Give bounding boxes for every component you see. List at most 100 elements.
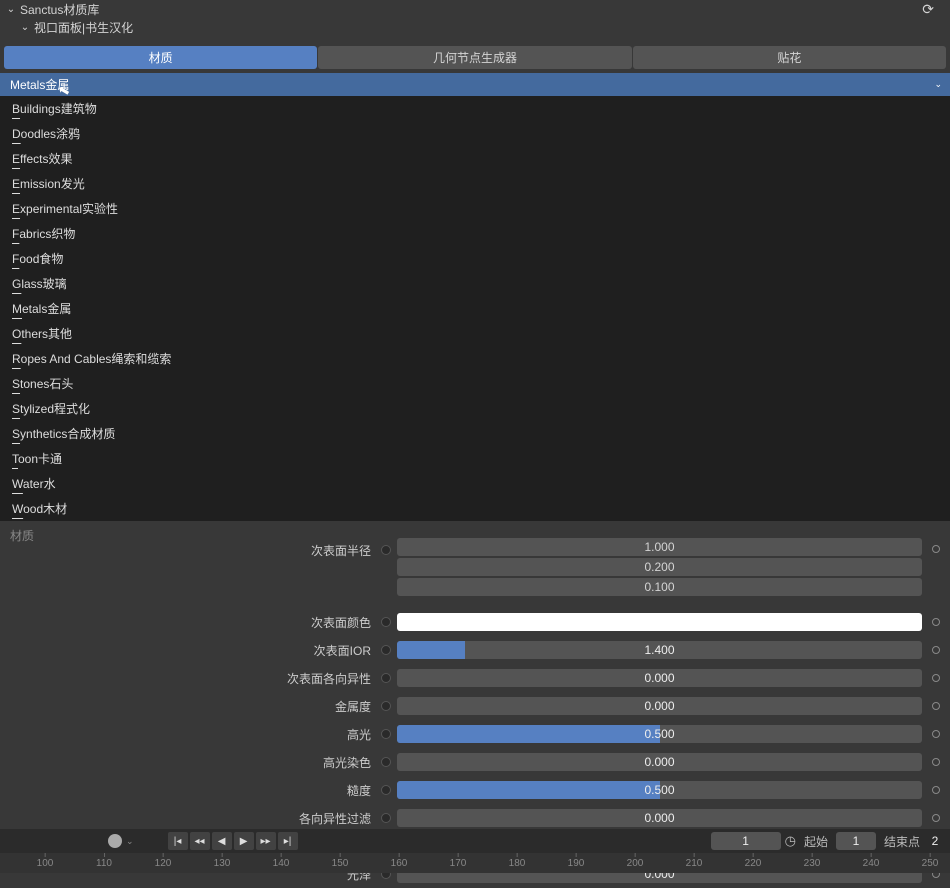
- value-slider[interactable]: 0.000: [397, 697, 922, 715]
- chevron-down-icon[interactable]: ⌄: [6, 4, 16, 15]
- menu-dot[interactable]: [932, 545, 940, 553]
- property-label: 高光染色: [0, 754, 375, 771]
- property-row: 次表面IOR 1.400: [0, 636, 950, 664]
- value-slider[interactable]: 0.000: [397, 753, 922, 771]
- socket-dot[interactable]: [381, 729, 391, 739]
- category-item[interactable]: Metals金属: [0, 296, 950, 321]
- socket-dot[interactable]: [381, 673, 391, 683]
- slider-value: 0.500: [397, 725, 922, 743]
- category-item[interactable]: Stones石头: [0, 371, 950, 396]
- category-item[interactable]: Others其他: [0, 321, 950, 346]
- category-item[interactable]: Fabrics织物: [0, 221, 950, 246]
- socket-dot[interactable]: [381, 785, 391, 795]
- jump-start-button[interactable]: |◂: [168, 832, 188, 850]
- menu-dot[interactable]: [932, 618, 940, 626]
- ruler-tick: 170: [450, 858, 467, 869]
- category-item[interactable]: Doodles涂鸦: [0, 121, 950, 146]
- dropdown-selected-label: Metals金属: [10, 76, 69, 93]
- socket-dot[interactable]: [381, 617, 391, 627]
- property-label: 金属度: [0, 698, 375, 715]
- value-slider[interactable]: 1.400: [397, 641, 922, 659]
- property-row: 金属度 0.000: [0, 692, 950, 720]
- chevron-down-icon: ⌄: [934, 79, 942, 90]
- socket-dot[interactable]: [381, 701, 391, 711]
- socket-dot[interactable]: [381, 757, 391, 767]
- category-item[interactable]: Food食物: [0, 246, 950, 271]
- menu-dot[interactable]: [932, 758, 940, 766]
- ruler-tick: 210: [686, 858, 703, 869]
- category-item[interactable]: Effects效果: [0, 146, 950, 171]
- menu-dot[interactable]: [932, 786, 940, 794]
- socket-dot[interactable]: [381, 645, 391, 655]
- value-slider[interactable]: 0.500: [397, 725, 922, 743]
- ruler-tick: 240: [863, 858, 880, 869]
- menu-dot[interactable]: [932, 730, 940, 738]
- ruler-tick: 220: [745, 858, 762, 869]
- record-icon[interactable]: [108, 834, 122, 848]
- category-item[interactable]: Emission发光: [0, 171, 950, 196]
- property-label: 次表面半径: [0, 542, 375, 559]
- current-frame-input[interactable]: 1: [711, 832, 781, 850]
- category-item[interactable]: Water水: [0, 471, 950, 496]
- value-slider[interactable]: 0.000: [397, 809, 922, 827]
- category-item[interactable]: Ropes And Cables绳索和缆索: [0, 346, 950, 371]
- refresh-icon[interactable]: ⟳: [922, 1, 934, 18]
- category-item[interactable]: Toon卡通: [0, 446, 950, 471]
- property-label: 次表面颜色: [0, 614, 375, 631]
- vector-component[interactable]: 0.100: [397, 578, 922, 596]
- socket-dot[interactable]: [381, 813, 391, 823]
- menu-dot[interactable]: [932, 814, 940, 822]
- property-row: 高光0.500: [0, 720, 950, 748]
- panel-title: Sanctus材质库: [20, 1, 99, 18]
- start-label: 起始: [804, 833, 828, 850]
- vector-component[interactable]: 1.000: [397, 538, 922, 556]
- sub-panel-title: 视口面板|书生汉化: [34, 19, 133, 36]
- clock-icon[interactable]: ◷: [785, 833, 796, 849]
- category-item[interactable]: Stylized程式化: [0, 396, 950, 421]
- property-row: 糙度 0.500: [0, 776, 950, 804]
- chevron-down-icon[interactable]: ⌄: [126, 836, 134, 847]
- category-item[interactable]: Wood木材: [0, 496, 950, 521]
- start-frame-input[interactable]: 1: [836, 832, 876, 850]
- category-item[interactable]: Buildings建筑物: [0, 96, 950, 121]
- keyframe-next-button[interactable]: ▸▸: [256, 832, 276, 850]
- ruler-tick: 100: [37, 858, 54, 869]
- value-slider[interactable]: 0.500: [397, 781, 922, 799]
- play-button[interactable]: ▶: [234, 832, 254, 850]
- category-dropdown[interactable]: Metals金属 ⌄: [0, 73, 950, 96]
- slider-value: 1.400: [397, 641, 922, 659]
- chevron-down-icon[interactable]: ⌄: [20, 22, 30, 33]
- menu-dot[interactable]: [932, 674, 940, 682]
- ruler-tick: 160: [391, 858, 408, 869]
- timeline-bar: ⌄ |◂ ◂◂ ◀ ▶ ▸▸ ▸| 1 ◷ 起始 1 结束点 2: [0, 829, 950, 853]
- category-item[interactable]: Glass玻璃: [0, 271, 950, 296]
- jump-end-button[interactable]: ▸|: [278, 832, 298, 850]
- vector-component[interactable]: 0.200: [397, 558, 922, 576]
- tab-1[interactable]: 几何节点生成器: [318, 46, 631, 69]
- value-slider[interactable]: 0.000: [397, 669, 922, 687]
- tab-0[interactable]: 材质: [4, 46, 317, 69]
- category-item[interactable]: Synthetics合成材质: [0, 421, 950, 446]
- property-row: 各向异性过滤0.000: [0, 804, 950, 832]
- end-frame-input[interactable]: 2: [928, 832, 942, 850]
- menu-dot[interactable]: [932, 702, 940, 710]
- ruler-tick: 230: [804, 858, 821, 869]
- ruler-tick: 190: [568, 858, 585, 869]
- keyframe-prev-button[interactable]: ◂◂: [190, 832, 210, 850]
- end-label: 结束点: [884, 833, 920, 850]
- slider-value: 0.500: [397, 781, 922, 799]
- ruler-tick: 150: [332, 858, 349, 869]
- color-swatch[interactable]: [397, 613, 922, 631]
- category-item[interactable]: Experimental实验性: [0, 196, 950, 221]
- ruler-tick: 110: [96, 858, 112, 869]
- property-label: 次表面IOR: [0, 642, 375, 659]
- menu-dot[interactable]: [932, 646, 940, 654]
- ruler-tick: 200: [627, 858, 644, 869]
- slider-value: 0.000: [397, 809, 922, 827]
- property-label: 糙度: [0, 782, 375, 799]
- property-row: 次表面各向异性0.000: [0, 664, 950, 692]
- play-reverse-button[interactable]: ◀: [212, 832, 232, 850]
- tab-2[interactable]: 贴花: [633, 46, 946, 69]
- timeline-ruler[interactable]: 1001101201301401501601701801902002102202…: [0, 853, 950, 873]
- socket-dot[interactable]: [381, 545, 391, 555]
